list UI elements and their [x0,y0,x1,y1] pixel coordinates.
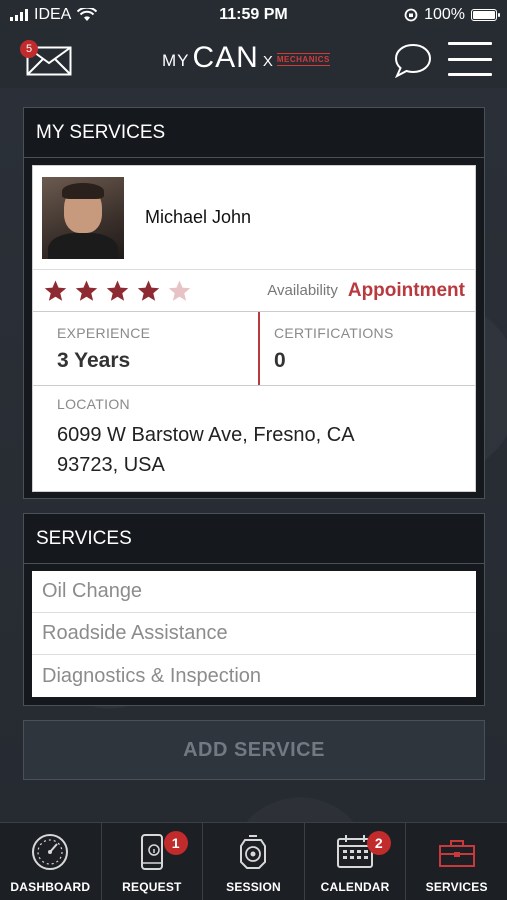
tab-session[interactable]: SESSION [202,823,304,900]
stats-row: EXPERIENCE 3 Years CERTIFICATIONS 0 [33,312,475,386]
star-filled-icon [75,280,98,301]
chat-bubble-icon [394,43,432,79]
services-title: SERVICES [24,514,484,564]
certifications-value: 0 [274,349,286,372]
location-line-2: 93723, USA [57,454,165,476]
service-item[interactable]: Roadside Assistance [32,613,476,655]
engine-icon [240,835,267,869]
tab-label: DASHBOARD [10,880,91,894]
certifications-stat: CERTIFICATIONS 0 [258,312,475,385]
orientation-lock-icon [404,8,418,22]
signal-icon [10,9,28,21]
logo-x: X [262,52,273,70]
status-bar: IDEA 11:59 PM 100% [0,0,507,30]
bottom-tab-bar: DASHBOARD 1 REQUEST SESSION 2 CALENDAR S… [0,822,507,900]
tab-services[interactable]: SERVICES [405,823,507,900]
logo-can: CAN [192,41,259,74]
my-services-panel: MY SERVICES Michael John Availability Ap… [23,107,485,499]
speedometer-icon [32,834,69,870]
rating-row: Availability Appointment [33,270,475,312]
tab-label: SESSION [226,880,281,894]
add-service-button[interactable]: ADD SERVICE [23,720,485,780]
logo-my: MY [162,51,190,70]
availability-label: Availability [267,282,338,299]
tab-label: REQUEST [122,880,182,894]
tab-label: SERVICES [425,880,488,894]
tab-label: CALENDAR [320,880,390,894]
battery-icon [471,9,500,21]
carrier-name: IDEA [34,6,72,23]
star-filled-icon [44,280,67,301]
location-address: 6099 W Barstow Ave, Fresno, CA 93723, US… [57,420,451,480]
tab-request[interactable]: 1 REQUEST [100,823,203,900]
experience-value: 3 Years [57,349,131,372]
menu-line-icon [448,57,492,61]
app-header: 5 MY CAN X MECHANICS [0,30,507,88]
location-section: LOCATION 6099 W Barstow Ave, Fresno, CA … [33,386,475,491]
status-right: 100% [404,6,500,24]
star-empty-icon [168,280,191,301]
tab-dashboard[interactable]: DASHBOARD [0,823,101,900]
mail-button[interactable]: 5 [20,40,72,78]
mail-badge: 5 [20,40,38,58]
location-label: LOCATION [57,396,130,412]
service-item[interactable]: Oil Change [32,571,476,613]
request-badge: 1 [163,831,188,855]
experience-label: EXPERIENCE [57,325,151,341]
location-line-1: 6099 W Barstow Ave, Fresno, CA [57,424,355,446]
logo-mechanics: MECHANICS [276,52,330,66]
star-filled-icon [106,280,129,301]
certifications-label: CERTIFICATIONS [274,325,394,341]
status-left: IDEA [10,6,98,24]
avatar [42,176,124,259]
wifi-icon [77,8,98,21]
service-list: Oil Change Roadside Assistance Diagnosti… [32,571,476,697]
experience-stat: EXPERIENCE 3 Years [33,312,258,385]
app-logo: MY CAN X MECHANICS [162,38,352,78]
chat-button[interactable] [393,42,433,79]
menu-line-icon [448,42,492,45]
service-item[interactable]: Diagnostics & Inspection [32,655,476,697]
availability-value: Appointment [347,279,465,301]
toolbox-icon [438,840,475,867]
profile-row: Michael John [33,166,475,270]
mechanic-name: Michael John [145,207,252,227]
hamburger-menu-button[interactable] [448,40,492,78]
star-filled-icon [137,280,160,301]
services-panel: SERVICES Oil Change Roadside Assistance … [23,513,485,706]
calendar-badge: 2 [366,831,391,855]
my-services-title: MY SERVICES [24,108,484,158]
tab-calendar[interactable]: 2 CALENDAR [303,823,406,900]
mechanic-profile-card: Michael John Availability Appointment EX… [32,165,476,492]
battery-percent: 100% [424,6,465,23]
star-rating [43,279,192,303]
menu-line-icon [448,73,492,76]
